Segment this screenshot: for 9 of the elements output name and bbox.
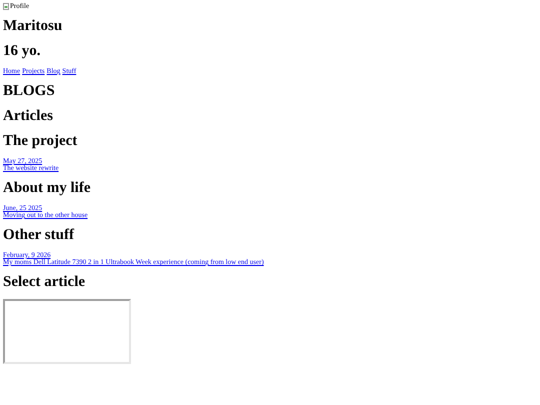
broken-image-icon	[3, 3, 9, 10]
category-heading: About my life	[3, 180, 90, 197]
site-name: Maritosu	[3, 18, 62, 35]
age-heading: 16 yo.	[3, 43, 40, 60]
category-heading: Other stuff	[3, 227, 74, 244]
category-heading: The project	[3, 133, 78, 150]
section-title: Articles	[3, 108, 53, 125]
page-title: BLOGS	[3, 83, 55, 100]
viewer-title: Select article	[3, 274, 86, 291]
